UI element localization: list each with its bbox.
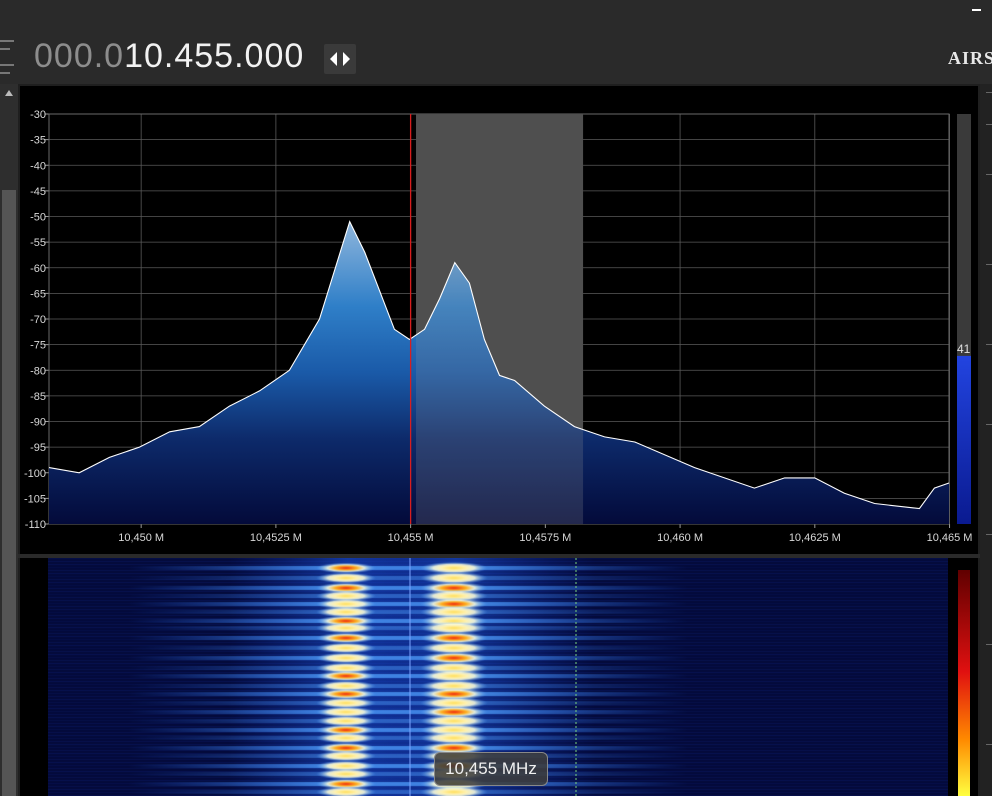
right-panel-edge (980, 84, 992, 796)
left-right-arrows-icon (330, 52, 350, 66)
y-tick-label: -40 (30, 160, 46, 172)
y-tick-label: -90 (30, 417, 46, 429)
x-tick-label: 10,465 M (927, 532, 973, 544)
frequency-leading-digits[interactable]: 000.0 (34, 37, 124, 75)
y-tick-label: -65 (30, 288, 46, 300)
x-tick-label: 10,4625 M (789, 532, 841, 544)
y-tick-label: -70 (30, 314, 46, 326)
y-tick-label: -95 (30, 442, 46, 454)
level-meter-value: 41 (957, 342, 971, 356)
spectrum-panel[interactable]: -30 -35 -40 -45 -50 -55 -60 -65 -70 -75 -80 -85 -90 -… (20, 86, 978, 554)
y-tick-label: -55 (30, 237, 46, 249)
y-tick-label: -35 (30, 135, 46, 147)
y-tick-label: -45 (30, 186, 46, 198)
waterfall-color-scale (958, 570, 970, 796)
x-tick-label: 10,450 M (118, 532, 164, 544)
brand-logo: AIRS (948, 48, 992, 68)
x-tick-label: 10,455 M (388, 532, 434, 544)
frequency-display[interactable]: 000.010.455.000 (34, 36, 304, 76)
y-axis-labels: -30 -35 -40 -45 -50 -55 -60 -65 -70 -75 -80 -85 -90 -… (24, 109, 46, 531)
spectrum-chart[interactable]: -30 -35 -40 -45 -50 -55 -60 -65 -70 -75 -80 -85 -90 -… (20, 86, 978, 554)
y-tick-label: -60 (30, 263, 46, 275)
x-tick-label: 10,460 M (657, 532, 703, 544)
frequency-digits[interactable]: 10.455.000 (124, 37, 304, 75)
panel-grip-icon[interactable] (0, 38, 16, 78)
y-tick-label: -75 (30, 340, 46, 352)
minimize-button[interactable] (970, 0, 984, 14)
level-meter-bar (957, 355, 971, 524)
x-tick-label: 10,4525 M (250, 532, 302, 544)
y-tick-label: -105 (24, 493, 46, 505)
scroll-up-icon[interactable] (4, 88, 14, 98)
frequency-tooltip: 10,455 MHz (434, 752, 548, 786)
filter-band-overlay (416, 114, 584, 524)
y-tick-label: -80 (30, 365, 46, 377)
tune-arrows-button[interactable] (324, 44, 356, 74)
y-tick-label: -50 (30, 212, 46, 224)
y-tick-label: -100 (24, 468, 46, 480)
x-tick-label: 10,4575 M (519, 532, 571, 544)
scrollbar-thumb[interactable] (2, 190, 16, 796)
x-axis-labels: 10,450 M 10,4525 M 10,455 M 10,4575 M 10,460… (118, 532, 972, 544)
y-tick-label: -30 (30, 109, 46, 121)
y-tick-label: -85 (30, 391, 46, 403)
y-tick-label: -110 (25, 519, 46, 531)
